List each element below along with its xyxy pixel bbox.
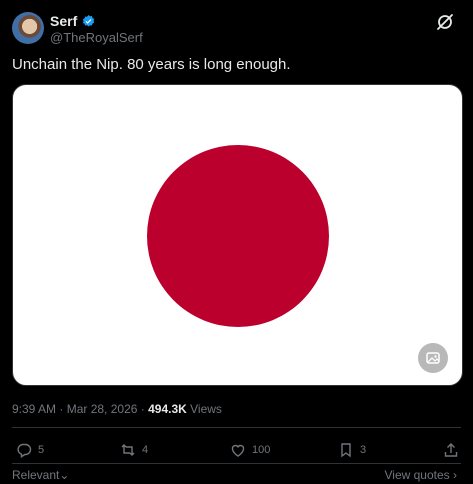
tweet-date[interactable]: Mar 28, 2026: [67, 402, 138, 416]
grok-icon[interactable]: [435, 12, 455, 32]
like-count: 100: [252, 444, 271, 456]
bookmark-icon: [341, 443, 351, 458]
verified-badge-icon: [81, 14, 96, 29]
tweet-header: Serf @TheRoyalSerf: [12, 12, 461, 46]
chevron-right-icon: ›: [453, 468, 457, 482]
reply-count: 5: [38, 444, 45, 456]
divider: [12, 463, 461, 464]
meta-separator: ·: [137, 402, 149, 416]
meta-separator: ·: [56, 402, 67, 416]
reply-icon: [17, 443, 32, 458]
repost-count: 4: [142, 444, 149, 456]
heart-icon: [231, 444, 245, 457]
image-description-icon[interactable]: [418, 343, 448, 373]
bookmark-count: 3: [360, 444, 367, 456]
like-button[interactable]: 100: [230, 442, 270, 458]
tweet-text: Unchain the Nip. 80 years is long enough…: [12, 56, 291, 73]
tweet-meta: 9:39 AM · Mar 28, 2026 · 494.3K Views: [12, 402, 222, 416]
repost-button[interactable]: 4: [120, 442, 148, 458]
views-count: 494.3K: [148, 402, 187, 416]
view-quotes-label: View quotes: [384, 468, 450, 482]
repost-icon: [121, 444, 135, 456]
tweet-image[interactable]: [12, 84, 463, 386]
views-label: Views: [186, 402, 222, 416]
sort-label: Relevant: [12, 468, 60, 482]
flag-red-disc: [147, 145, 329, 327]
reply-button[interactable]: 5: [16, 442, 44, 458]
chevron-down-icon: ⌄: [59, 468, 70, 482]
author-name-row: Serf: [50, 13, 96, 29]
view-quotes-link[interactable]: View quotes ›: [385, 468, 458, 482]
author-handle[interactable]: @TheRoyalSerf: [50, 30, 143, 45]
author-name[interactable]: Serf: [50, 13, 77, 29]
avatar[interactable]: [12, 12, 44, 44]
divider: [12, 427, 461, 428]
sort-dropdown[interactable]: Relevant⌄: [12, 468, 69, 482]
bookmark-button[interactable]: 3: [338, 442, 366, 458]
action-bar: 5 4 100 3: [12, 442, 461, 462]
tweet-time[interactable]: 9:39 AM: [12, 402, 56, 416]
share-icon: [444, 443, 458, 457]
share-button[interactable]: [443, 442, 459, 458]
